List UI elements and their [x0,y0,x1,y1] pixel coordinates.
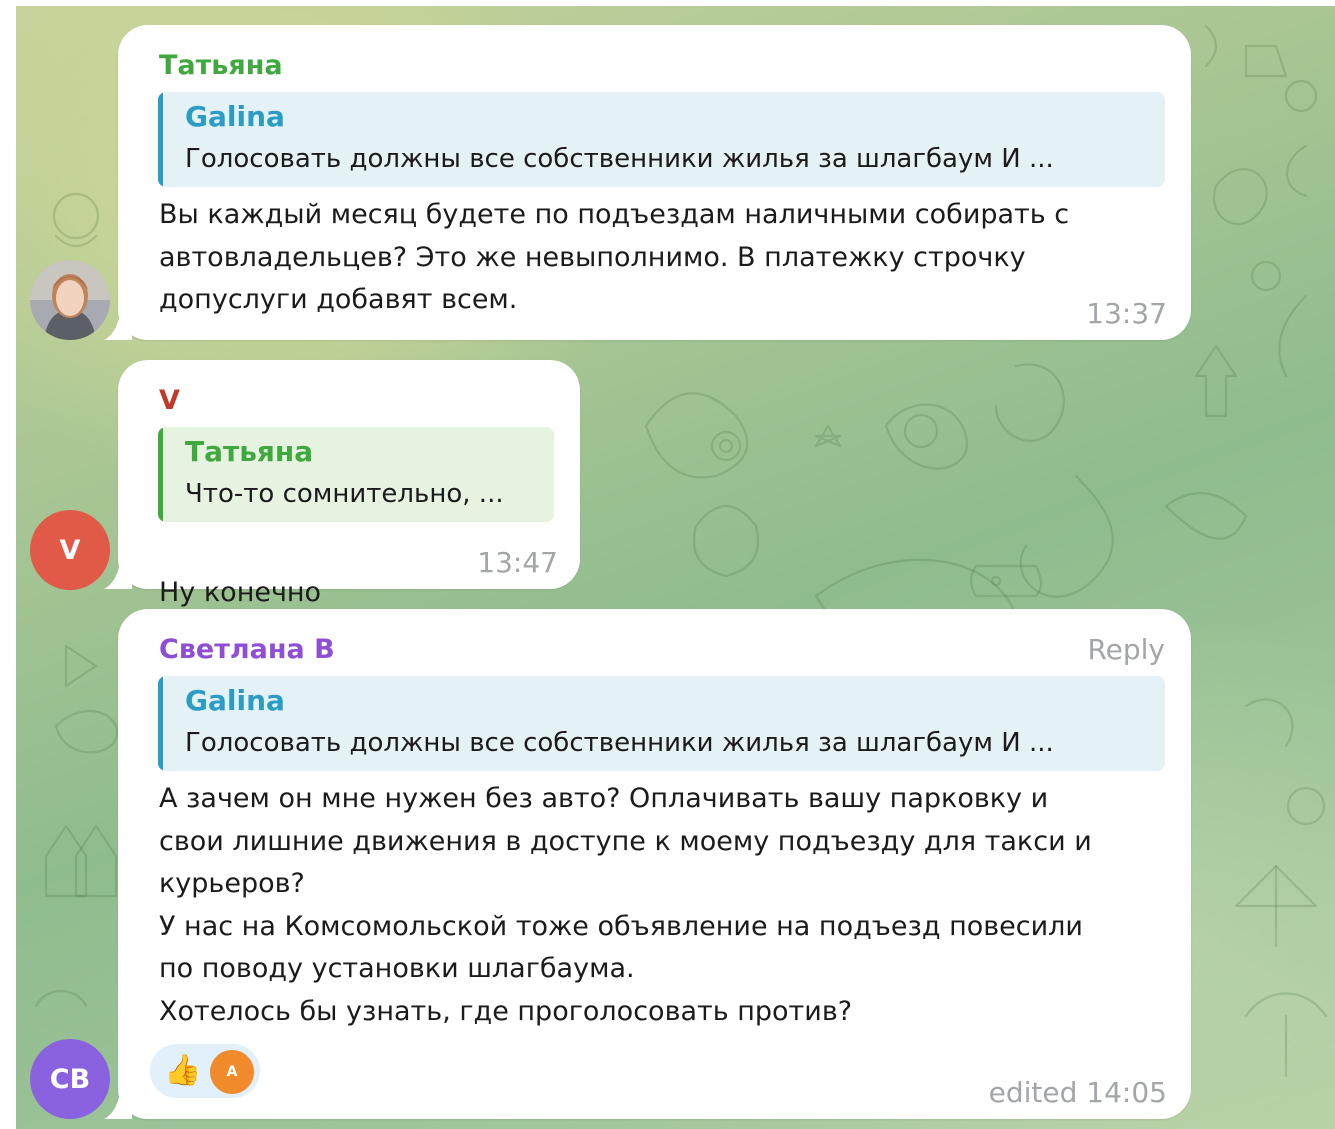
bubble-tail [104,1093,132,1119]
quote-text: Голосовать должны все собственники жилья… [185,728,1054,758]
window-edge-fragment [1015,0,1335,6]
sender-name[interactable]: Татьяна [159,50,283,81]
avatar-initials: СВ [49,1063,91,1095]
quote-author: Татьяна [185,435,314,468]
avatar[interactable]: V [30,510,110,590]
message-time: edited 14:05 [988,1076,1167,1109]
message-time: 13:37 [1086,297,1167,330]
quote-accent-bar [158,92,163,187]
reply-quote[interactable]: Татьяна Что-то сомнительно, ... [158,427,554,522]
reaction-chip[interactable]: 👍 A [150,1044,260,1098]
quote-accent-bar [158,676,163,771]
message-bubble[interactable]: Татьяна Galina Голосовать должны все соб… [104,25,1191,340]
sender-name[interactable]: V [159,385,180,416]
user-photo-icon [30,260,110,340]
message-bubble[interactable]: V Татьяна Что-то сомнительно, ... Ну кон… [104,360,580,651]
quote-text: Голосовать должны все собственники жилья… [185,144,1054,174]
quote-text: Что-то сомнительно, ... [185,479,504,509]
reactor-initial: A [226,1064,238,1080]
reactor-avatar: A [210,1050,254,1094]
sender-name[interactable]: Светлана В [159,634,335,665]
bubble-tail [104,314,132,340]
message-text-content: Ну конечно [159,576,322,608]
avatar[interactable] [30,260,110,340]
bubble-tail [104,563,132,589]
message-time: 13:47 [477,546,558,579]
reply-quote[interactable]: Galina Голосовать должны все собственник… [158,92,1165,187]
message-text: А зачем он мне нужен без авто? Оплачиват… [159,783,1092,1027]
quote-author: Galina [185,684,285,717]
message-bubble[interactable]: Светлана В Reply Galina Голосовать должн… [104,609,1191,1119]
thumbs-up-icon: 👍 [164,1053,202,1088]
reply-quote[interactable]: Galina Голосовать должны все собственник… [158,676,1165,771]
quote-author: Galina [185,100,285,133]
quote-accent-bar [158,427,163,522]
message-text: Вы каждый месяц будете по подъездам нали… [159,199,1070,315]
avatar-initials: V [59,534,81,566]
avatar[interactable]: СВ [30,1039,110,1119]
reply-button[interactable]: Reply [1087,633,1165,666]
